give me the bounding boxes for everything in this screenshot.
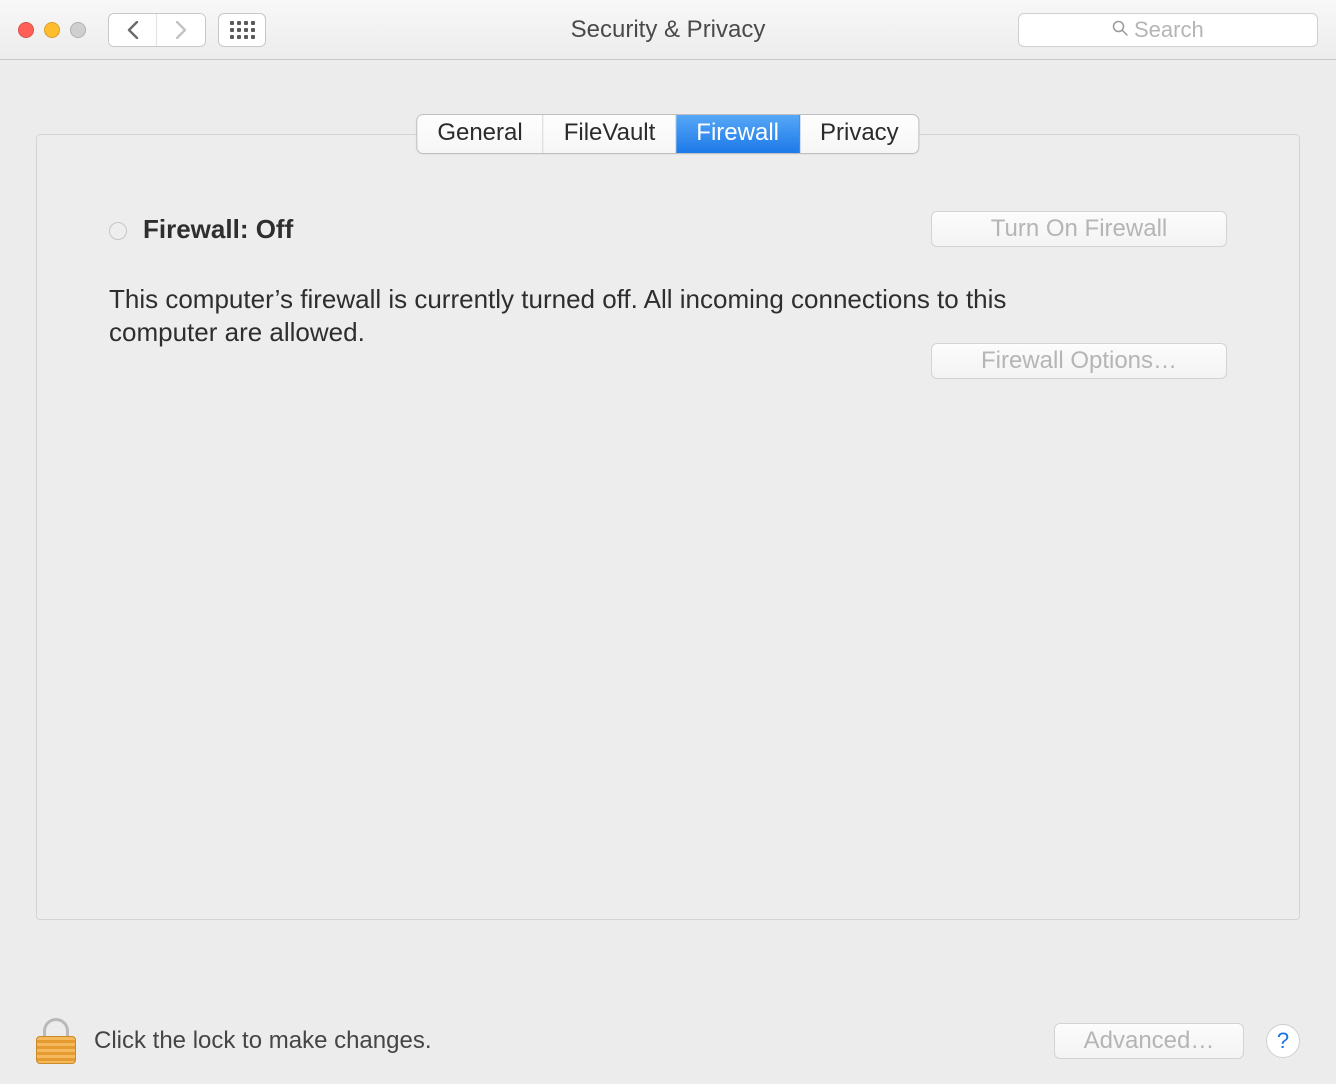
close-window-button[interactable]	[18, 22, 34, 38]
chevron-left-icon	[126, 21, 140, 39]
tab-bar: General FileVault Firewall Privacy	[416, 114, 919, 154]
minimize-window-button[interactable]	[44, 22, 60, 38]
forward-button	[157, 14, 205, 46]
window-controls	[18, 22, 86, 38]
lock-hint-text: Click the lock to make changes.	[94, 1027, 1036, 1055]
turn-on-firewall-button: Turn On Firewall	[931, 211, 1227, 247]
chevron-right-icon	[174, 21, 188, 39]
footer: Click the lock to make changes. Advanced…	[36, 1018, 1300, 1064]
grid-icon	[230, 21, 255, 39]
tab-privacy[interactable]: Privacy	[800, 115, 919, 153]
advanced-button: Advanced…	[1054, 1023, 1244, 1059]
search-icon	[1112, 20, 1128, 41]
help-icon: ?	[1277, 1028, 1289, 1054]
help-button[interactable]: ?	[1266, 1024, 1300, 1058]
firewall-status-label: Firewall: Off	[143, 214, 293, 245]
show-all-button[interactable]	[218, 13, 266, 47]
tab-general[interactable]: General	[417, 115, 543, 153]
maximize-window-button	[70, 22, 86, 38]
search-field[interactable]	[1018, 13, 1318, 47]
firewall-status-row: Firewall: Off Turn On Firewall	[109, 211, 1227, 247]
firewall-description: This computer’s firewall is currently tu…	[109, 283, 1077, 350]
window-body: General FileVault Firewall Privacy Firew…	[0, 60, 1336, 1084]
search-input[interactable]	[1134, 17, 1224, 43]
titlebar: Security & Privacy	[0, 0, 1336, 60]
tab-filevault[interactable]: FileVault	[544, 115, 677, 153]
lock-icon[interactable]	[36, 1018, 76, 1064]
back-button[interactable]	[109, 14, 157, 46]
firewall-panel: Firewall: Off Turn On Firewall This comp…	[36, 134, 1300, 920]
tab-firewall[interactable]: Firewall	[676, 115, 800, 153]
firewall-options-button: Firewall Options…	[931, 343, 1227, 379]
nav-back-forward	[108, 13, 206, 47]
firewall-status-indicator-icon	[109, 222, 127, 240]
